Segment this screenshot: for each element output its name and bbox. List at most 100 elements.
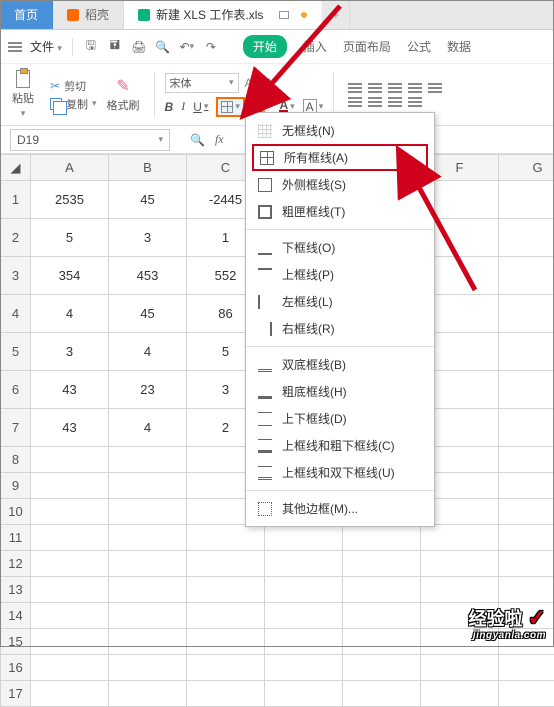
cell[interactable]	[109, 525, 187, 551]
row-header[interactable]: 13	[1, 577, 31, 603]
row-header[interactable]: 16	[1, 655, 31, 681]
cell[interactable]: 354	[31, 257, 109, 295]
menu-item-thick-border[interactable]: 粗匣框线(T)	[246, 198, 434, 225]
cell[interactable]	[187, 577, 265, 603]
tab-document[interactable]: 新建 XLS 工作表.xls	[124, 0, 322, 29]
col-header[interactable]: G	[499, 155, 554, 181]
cell[interactable]	[265, 629, 343, 655]
cell[interactable]	[109, 603, 187, 629]
cell[interactable]	[265, 655, 343, 681]
italic-button[interactable]: I	[181, 99, 185, 114]
window-restore-icon[interactable]	[279, 11, 289, 19]
menu-item-left-border[interactable]: 左框线(L)	[246, 288, 434, 315]
cell[interactable]	[265, 577, 343, 603]
cell[interactable]: 43	[31, 371, 109, 409]
align-left-button[interactable]	[348, 97, 362, 107]
cell[interactable]	[187, 629, 265, 655]
merge-button[interactable]	[408, 97, 422, 107]
cell[interactable]: 5	[31, 219, 109, 257]
cell[interactable]	[109, 629, 187, 655]
cell[interactable]	[499, 473, 554, 499]
cell[interactable]	[499, 181, 554, 219]
select-all-corner[interactable]: ◢	[1, 155, 31, 181]
format-painter-button[interactable]: 格式刷	[103, 75, 144, 115]
name-box[interactable]: D19 ▾	[10, 129, 170, 151]
cell[interactable]	[31, 603, 109, 629]
row-header[interactable]: 8	[1, 447, 31, 473]
align-center-button[interactable]	[368, 97, 382, 107]
save-icon[interactable]: 🖫	[83, 39, 99, 55]
row-header[interactable]: 15	[1, 629, 31, 655]
menu-item-outside-border[interactable]: 外侧框线(S)	[246, 171, 434, 198]
cell[interactable]	[187, 603, 265, 629]
cell[interactable]	[187, 551, 265, 577]
cell[interactable]	[265, 603, 343, 629]
col-header[interactable]: A	[31, 155, 109, 181]
cell[interactable]	[265, 551, 343, 577]
preview-icon[interactable]: 🔍	[155, 39, 171, 55]
indent-increase-button[interactable]	[428, 83, 442, 93]
cell[interactable]	[109, 499, 187, 525]
row-header[interactable]: 14	[1, 603, 31, 629]
cell[interactable]	[31, 473, 109, 499]
cell[interactable]	[499, 551, 554, 577]
increase-font-button[interactable]: A⁺	[245, 76, 259, 90]
undo-icon[interactable]: ↶▾	[179, 39, 195, 55]
align-middle-button[interactable]	[368, 83, 382, 93]
tab-new[interactable]: +	[322, 0, 350, 29]
row-header[interactable]: 6	[1, 371, 31, 409]
align-top-button[interactable]	[348, 83, 362, 93]
cell[interactable]: 4	[109, 333, 187, 371]
cell[interactable]	[499, 257, 554, 295]
cell[interactable]	[499, 409, 554, 447]
cell[interactable]	[343, 551, 421, 577]
ribbon-tab-data[interactable]: 数据	[447, 38, 471, 55]
underline-button[interactable]: U▾	[193, 100, 208, 114]
row-header[interactable]: 5	[1, 333, 31, 371]
cell[interactable]: 45	[109, 181, 187, 219]
copy-button[interactable]: 复制▾	[50, 96, 97, 112]
cell[interactable]: 4	[109, 409, 187, 447]
cell[interactable]	[187, 525, 265, 551]
paste-button[interactable]: 粘贴▾	[8, 68, 38, 121]
tab-home[interactable]: 首页	[0, 0, 53, 29]
row-header[interactable]: 7	[1, 409, 31, 447]
cell[interactable]	[343, 655, 421, 681]
ribbon-tab-start[interactable]: 开始	[243, 35, 287, 58]
row-header[interactable]: 1	[1, 181, 31, 219]
cell[interactable]	[343, 577, 421, 603]
cell[interactable]	[499, 681, 554, 707]
cell[interactable]	[109, 655, 187, 681]
menu-item-right-border[interactable]: 右框线(R)	[246, 315, 434, 342]
cell[interactable]: 3	[109, 219, 187, 257]
cell[interactable]	[499, 447, 554, 473]
cell[interactable]	[187, 681, 265, 707]
cell[interactable]: 2535	[31, 181, 109, 219]
save-as-icon[interactable]: 🖬	[107, 39, 123, 55]
row-header[interactable]: 2	[1, 219, 31, 257]
search-icon[interactable]	[190, 133, 205, 147]
row-header[interactable]: 10	[1, 499, 31, 525]
menu-item-thick-bottom[interactable]: 粗底框线(H)	[246, 378, 434, 405]
cell[interactable]: 43	[31, 409, 109, 447]
redo-icon[interactable]: ↷	[203, 39, 219, 55]
align-bottom-button[interactable]	[388, 83, 402, 93]
menu-item-top-double-bottom[interactable]: 上框线和双下框线(U)	[246, 459, 434, 486]
cell[interactable]	[31, 551, 109, 577]
fill-color-button[interactable]: ◢▾	[253, 101, 272, 113]
ribbon-tab-insert[interactable]: 插入	[303, 38, 327, 55]
cell[interactable]	[31, 447, 109, 473]
cell[interactable]	[31, 499, 109, 525]
menu-item-double-bottom[interactable]: 双底框线(B)	[246, 351, 434, 378]
hamburger-icon[interactable]	[8, 42, 22, 52]
cell[interactable]	[499, 577, 554, 603]
cell[interactable]: 23	[109, 371, 187, 409]
cell[interactable]	[499, 219, 554, 257]
tab-daoke[interactable]: 稻壳	[53, 0, 124, 29]
border-dropdown-button[interactable]: ▾	[216, 97, 245, 117]
cell[interactable]	[343, 603, 421, 629]
cell[interactable]	[187, 655, 265, 681]
cell[interactable]	[265, 681, 343, 707]
cell[interactable]	[421, 525, 499, 551]
cell[interactable]	[343, 629, 421, 655]
